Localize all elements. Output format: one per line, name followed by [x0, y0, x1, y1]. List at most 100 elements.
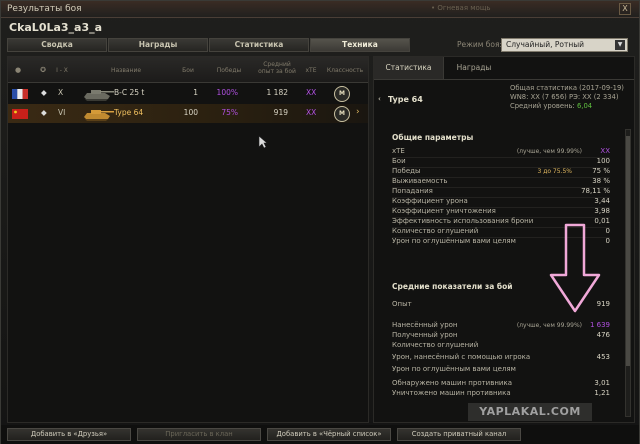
light-tank-icon: ◆	[41, 108, 47, 117]
player-name: CkaL0La3_a3_a	[9, 21, 103, 34]
stat-label: Победы	[392, 167, 421, 175]
row-divider	[392, 157, 610, 158]
stat-note: (лучше, чем 99.99%)	[516, 322, 582, 329]
stat-label: Коэффициент урона	[392, 197, 468, 205]
stat-label: Выживаемость	[392, 177, 448, 185]
row-divider	[392, 167, 610, 168]
wins-value: 75%	[221, 108, 238, 117]
stat-label: Попадания	[392, 187, 433, 195]
table-row[interactable]: ◆ X B-C 25 t 1 100% 1 182 XX M	[8, 84, 368, 103]
section-title: Средние показатели за бой	[392, 282, 513, 291]
stat-label: Опыт	[392, 300, 412, 308]
tier-value: X	[58, 88, 64, 97]
stat-value: 1,21	[594, 389, 610, 397]
stat-label: Коэффициент уничтожения	[392, 207, 496, 215]
stat-label: Нанесённый урон	[392, 321, 458, 329]
chevron-right-icon: ›	[356, 107, 360, 117]
tab-statistics[interactable]: Статистика	[209, 38, 309, 52]
vehicle-name: Type 64	[114, 108, 144, 117]
stat-value: 78,11 %	[581, 187, 610, 195]
stat-value: 3,98	[594, 207, 610, 215]
tab-vehicle-awards[interactable]: Награды	[444, 57, 504, 79]
create-private-channel-button[interactable]: Создать приватный канал	[397, 428, 521, 441]
tank-icon	[84, 110, 114, 121]
nation-sort-icon[interactable]: ●	[14, 66, 22, 74]
stat-value: 38 %	[592, 177, 610, 185]
stat-value: 75 %	[592, 167, 610, 175]
light-tank-icon: ◆	[41, 88, 47, 97]
battle-results-window: Результаты боя • Огневая мощь X CkaL0La3…	[0, 0, 640, 444]
stat-label: Урон, нанесённый с помощью игрока	[392, 353, 531, 361]
mastery-badge-icon: M	[334, 86, 350, 102]
avg-exp-value: 919	[273, 108, 288, 117]
titlebar-hint: • Огневая мощь	[431, 4, 491, 12]
down-arrow-annotation-icon	[549, 223, 601, 313]
vehicle-table: ● ✪ I - X Название Бои Победы Средний оп…	[7, 56, 369, 423]
wn8-rating: WN8: XX (7 656) РЭ: XX (2 334)	[510, 93, 619, 101]
battle-mode-select[interactable]: Случайный, Ротный ▼	[501, 38, 628, 52]
mastery-badge-icon: M	[334, 106, 350, 122]
table-header: ● ✪ I - X Название Бои Победы Средний оп…	[8, 57, 368, 83]
class-sort-icon[interactable]: ✪	[37, 66, 49, 74]
stat-label: Урон по оглушённым вами целям	[392, 365, 516, 373]
name-header[interactable]: Название	[106, 67, 146, 74]
table-row-selected[interactable]: ◆ VI Type 64 100 75% 919 XX M ›	[8, 104, 368, 123]
close-button[interactable]: X	[619, 3, 631, 15]
stat-value: 0	[605, 227, 610, 235]
scrollbar[interactable]	[625, 129, 631, 417]
chevron-down-icon: ▼	[615, 40, 625, 50]
avg-tier-label: Средний уровень: 6,04	[510, 102, 593, 110]
avg-exp-header[interactable]: Средний опыт за бой	[254, 61, 300, 75]
stat-value: 1 639	[589, 321, 610, 329]
add-friend-button[interactable]: Добавить в «Друзья»	[7, 428, 131, 441]
tab-awards[interactable]: Награды	[108, 38, 208, 52]
mastery-header[interactable]: Классность	[326, 67, 364, 74]
wins-value: 100%	[216, 88, 238, 97]
avg-tier-value: 6,04	[576, 102, 593, 110]
main-tabs: Сводка Награды Статистика Техника	[7, 38, 411, 52]
battles-value: 1	[193, 88, 198, 97]
battle-mode-label: Режим боя:	[457, 40, 503, 49]
chevron-left-icon[interactable]: ‹	[378, 95, 381, 103]
tier-header[interactable]: I - X	[55, 67, 69, 74]
stat-value: 453	[596, 353, 610, 361]
xte-value: XX	[306, 108, 317, 117]
stat-label: Бои	[392, 157, 406, 165]
stat-label: Уничтожено машин противника	[392, 389, 511, 397]
france-flag-icon	[12, 89, 28, 99]
scrollbar-thumb[interactable]	[626, 136, 630, 366]
stat-label: xTE	[392, 147, 405, 155]
invite-clan-button[interactable]: Пригласить в клан	[137, 428, 261, 441]
stat-value: 3,01	[594, 379, 610, 387]
bottom-action-bar: Добавить в «Друзья» Пригласить в клан До…	[1, 425, 639, 444]
wins-header[interactable]: Победы	[212, 67, 246, 74]
divider	[374, 79, 634, 80]
title-bar: Результаты боя • Огневая мощь X	[1, 1, 639, 18]
section-title: Общие параметры	[392, 133, 474, 142]
stat-label: Количество оглушений	[392, 341, 479, 349]
stat-label: Полученный урон	[392, 331, 458, 339]
stat-label: Урон по оглушённым вами целям	[392, 237, 516, 245]
xte-value: XX	[306, 88, 317, 97]
tier-value: VI	[58, 108, 66, 117]
tab-summary[interactable]: Сводка	[7, 38, 107, 52]
stat-value: 3,44	[594, 197, 610, 205]
stat-value: 0	[605, 237, 610, 245]
watermark: YAPLAKAL.COM	[468, 403, 592, 421]
avg-exp-value: 1 182	[266, 88, 288, 97]
battle-mode-value: Случайный, Ротный	[506, 40, 585, 49]
stat-note: (лучше, чем 99.99%)	[516, 148, 582, 155]
vehicle-name: B-C 25 t	[114, 88, 145, 97]
tab-vehicle-statistics[interactable]: Статистика	[374, 57, 444, 79]
stat-label: Количество оглушений	[392, 227, 479, 235]
battles-value: 100	[183, 108, 198, 117]
selected-vehicle-name: Type 64	[388, 95, 423, 104]
tab-vehicles[interactable]: Техника	[310, 38, 410, 52]
window-title: Результаты боя	[7, 4, 82, 14]
xte-header[interactable]: xTE	[304, 67, 318, 74]
stat-value: 100	[596, 157, 610, 165]
add-blacklist-button[interactable]: Добавить в «Чёрный список»	[267, 428, 391, 441]
general-stats-date: Общая статистика (2017-09-19)	[510, 84, 624, 92]
stat-label: Эффективность использования брони	[392, 217, 534, 225]
battles-header[interactable]: Бои	[176, 67, 200, 74]
